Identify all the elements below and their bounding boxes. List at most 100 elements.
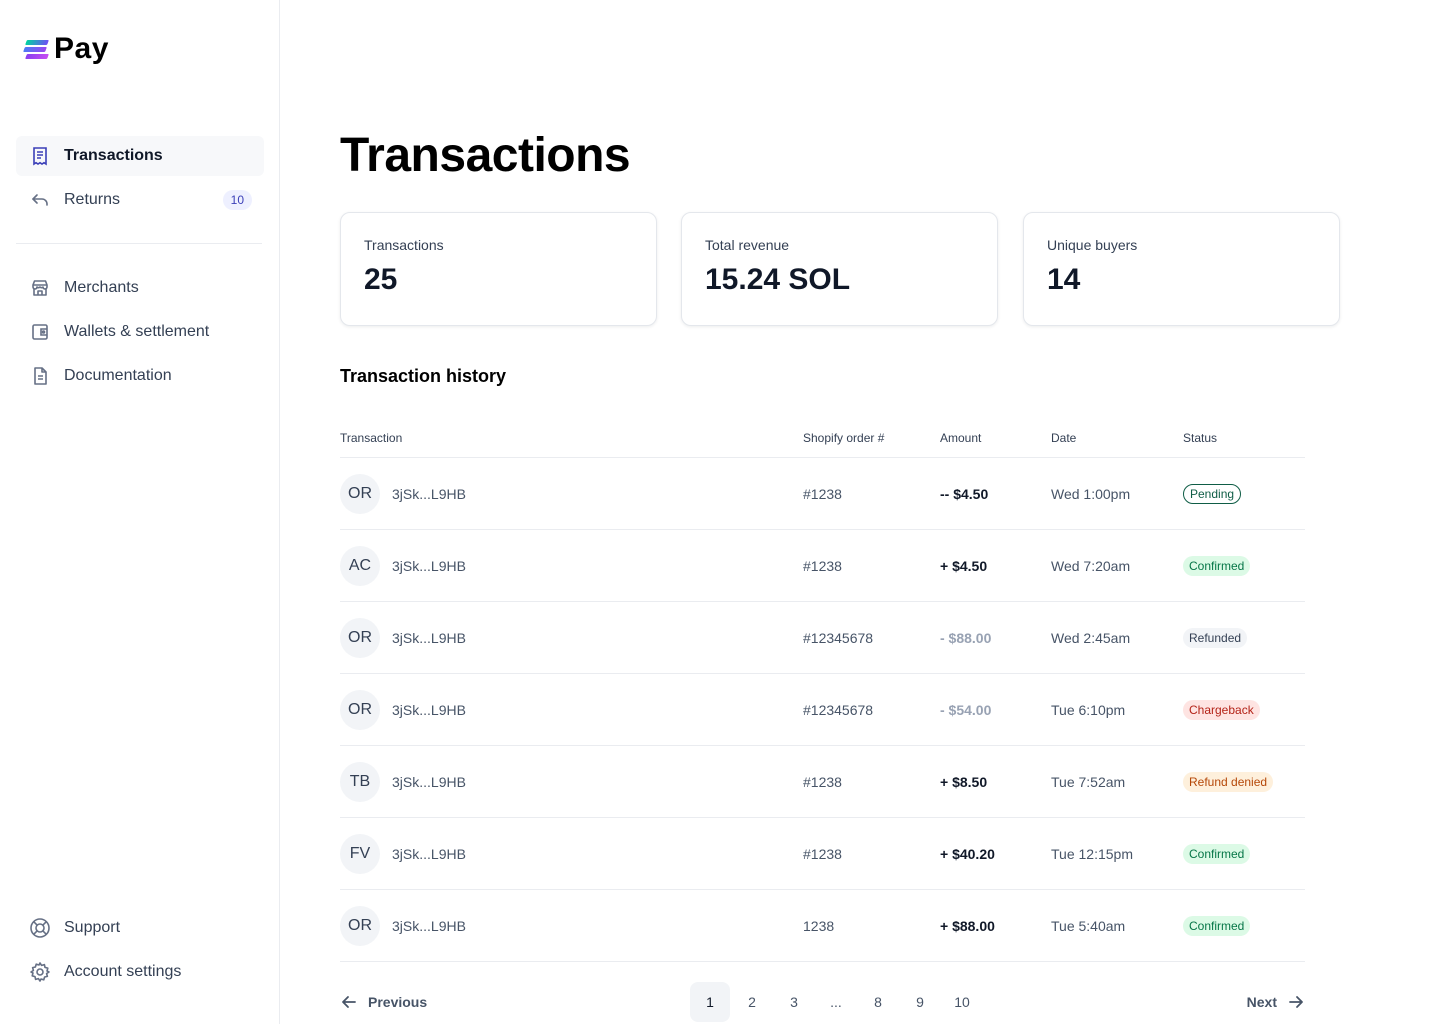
table-row[interactable]: OR 3jSk...L9HB #1238 -- $4.50 Wed 1:00pm… xyxy=(340,458,1305,530)
transaction-id[interactable]: 3jSk...L9HB xyxy=(392,846,466,862)
sidebar-item-wallets[interactable]: Wallets & settlement xyxy=(16,312,264,352)
sidebar-item-returns[interactable]: Returns 10 xyxy=(16,180,264,220)
page-button-9[interactable]: 9 xyxy=(900,982,940,1022)
amount: + $8.50 xyxy=(940,773,988,790)
stat-label: Transactions xyxy=(364,237,444,253)
sidebar-item-account-settings[interactable]: Account settings xyxy=(16,952,264,992)
footer-nav: Support Account settings xyxy=(16,908,264,996)
stat-value: 25 xyxy=(364,263,398,296)
stat-value: 14 xyxy=(1047,263,1081,296)
sidebar-item-merchants[interactable]: Merchants xyxy=(16,268,264,308)
sidebar-item-label: Account settings xyxy=(64,963,182,980)
lifebuoy-icon xyxy=(28,916,52,940)
column-header-date[interactable]: Date xyxy=(1051,431,1183,445)
page-title: Transactions xyxy=(340,129,631,182)
logo-mark-icon xyxy=(23,38,49,60)
next-label: Next xyxy=(1246,994,1277,1010)
sidebar: Pay Transactions Returns 10 Merchants Wa… xyxy=(0,0,280,1024)
table-row[interactable]: OR 3jSk...L9HB #12345678 - $54.00 Tue 6:… xyxy=(340,674,1305,746)
transaction-id[interactable]: 3jSk...L9HB xyxy=(392,486,466,502)
avatar: AC xyxy=(340,545,380,586)
transaction-id[interactable]: 3jSk...L9HB xyxy=(392,918,466,934)
amount: -- $4.50 xyxy=(940,485,989,502)
column-header-status[interactable]: Status xyxy=(1183,431,1305,445)
stat-label: Unique buyers xyxy=(1047,237,1138,253)
status-badge: Confirmed xyxy=(1183,843,1251,864)
column-header-transaction[interactable]: Transaction xyxy=(340,431,803,445)
status-badge: Confirmed xyxy=(1183,915,1251,936)
order-number: 1238 xyxy=(803,917,835,934)
page-button-3[interactable]: 3 xyxy=(774,982,814,1022)
avatar: FV xyxy=(340,833,380,874)
stat-card-unique-buyers: Unique buyers 14 xyxy=(1023,212,1340,326)
order-number: #12345678 xyxy=(803,629,874,646)
date: Tue 5:40am xyxy=(1051,917,1126,934)
date: Tue 12:15pm xyxy=(1051,845,1133,862)
table-row[interactable]: OR 3jSk...L9HB 1238 + $88.00 Tue 5:40am … xyxy=(340,890,1305,962)
page-button-1[interactable]: 1 xyxy=(690,982,730,1022)
status-badge: Refunded xyxy=(1183,627,1248,648)
table-row[interactable]: AC 3jSk...L9HB #1238 + $4.50 Wed 7:20am … xyxy=(340,530,1305,602)
transaction-id[interactable]: 3jSk...L9HB xyxy=(392,702,466,718)
secondary-nav: Merchants Wallets & settlement Documenta… xyxy=(16,268,264,400)
sidebar-item-label: Returns xyxy=(64,191,121,208)
amount: - $88.00 xyxy=(940,629,992,646)
returns-count-badge: 10 xyxy=(222,190,252,210)
transaction-cell: AC 3jSk...L9HB xyxy=(340,545,803,586)
pagination: Previous 1 2 3 ... 8 9 10 Next xyxy=(340,982,1305,1022)
date: Wed 1:00pm xyxy=(1051,485,1131,502)
page-ellipsis: ... xyxy=(830,994,842,1010)
brand-name: Pay xyxy=(54,32,109,65)
transaction-id[interactable]: 3jSk...L9HB xyxy=(392,774,466,790)
brand-logo[interactable]: Pay xyxy=(23,32,109,65)
transaction-cell: OR 3jSk...L9HB xyxy=(340,905,803,946)
avatar: OR xyxy=(340,689,380,730)
order-number: #1238 xyxy=(803,557,842,574)
transaction-cell: OR 3jSk...L9HB xyxy=(340,473,803,514)
order-number: #1238 xyxy=(803,485,842,502)
wallet-icon xyxy=(28,320,52,344)
transaction-cell: TB 3jSk...L9HB xyxy=(340,761,803,802)
sidebar-item-support[interactable]: Support xyxy=(16,908,264,948)
date: Wed 7:20am xyxy=(1051,557,1131,574)
transaction-id[interactable]: 3jSk...L9HB xyxy=(392,558,466,574)
date: Tue 7:52am xyxy=(1051,773,1126,790)
sidebar-item-transactions[interactable]: Transactions xyxy=(16,136,264,176)
sidebar-item-label: Documentation xyxy=(64,367,172,384)
stat-value: 15.24 SOL xyxy=(705,263,851,296)
previous-page-button[interactable]: Previous xyxy=(340,982,427,1022)
amount: + $4.50 xyxy=(940,557,988,574)
column-header-order[interactable]: Shopify order # xyxy=(803,431,940,445)
transaction-cell: FV 3jSk...L9HB xyxy=(340,833,803,874)
table-row[interactable]: TB 3jSk...L9HB #1238 + $8.50 Tue 7:52am … xyxy=(340,746,1305,818)
stat-card-total-revenue: Total revenue 15.24 SOL xyxy=(681,212,998,326)
next-page-button[interactable]: Next xyxy=(1247,982,1305,1022)
sidebar-item-label: Support xyxy=(64,919,121,936)
arrow-left-icon xyxy=(342,996,356,1008)
sidebar-item-documentation[interactable]: Documentation xyxy=(16,356,264,396)
sidebar-item-label: Transactions xyxy=(64,147,163,164)
column-header-amount[interactable]: Amount xyxy=(940,431,1051,445)
avatar: OR xyxy=(340,617,380,658)
page-numbers: 1 2 3 ... 8 9 10 xyxy=(690,982,982,1022)
date: Tue 6:10pm xyxy=(1051,701,1126,718)
primary-nav: Transactions Returns 10 xyxy=(16,136,264,224)
page-button-8[interactable]: 8 xyxy=(858,982,898,1022)
stat-card-transactions: Transactions 25 xyxy=(340,212,657,326)
return-arrow-icon xyxy=(28,188,52,212)
transaction-id[interactable]: 3jSk...L9HB xyxy=(392,630,466,646)
transactions-table: Transaction Shopify order # Amount Date … xyxy=(340,418,1305,962)
order-number: #1238 xyxy=(803,845,842,862)
page-button-10[interactable]: 10 xyxy=(942,982,982,1022)
avatar: OR xyxy=(340,473,380,514)
table-row[interactable]: FV 3jSk...L9HB #1238 + $40.20 Tue 12:15p… xyxy=(340,818,1305,890)
amount: + $40.20 xyxy=(940,845,995,862)
amount: - $54.00 xyxy=(940,701,992,718)
receipt-icon xyxy=(28,144,52,168)
status-badge: Chargeback xyxy=(1183,699,1260,720)
store-icon xyxy=(28,276,52,300)
table-row[interactable]: OR 3jSk...L9HB #12345678 - $88.00 Wed 2:… xyxy=(340,602,1305,674)
transaction-cell: OR 3jSk...L9HB xyxy=(340,689,803,730)
page-button-2[interactable]: 2 xyxy=(732,982,772,1022)
amount: + $88.00 xyxy=(940,917,995,934)
